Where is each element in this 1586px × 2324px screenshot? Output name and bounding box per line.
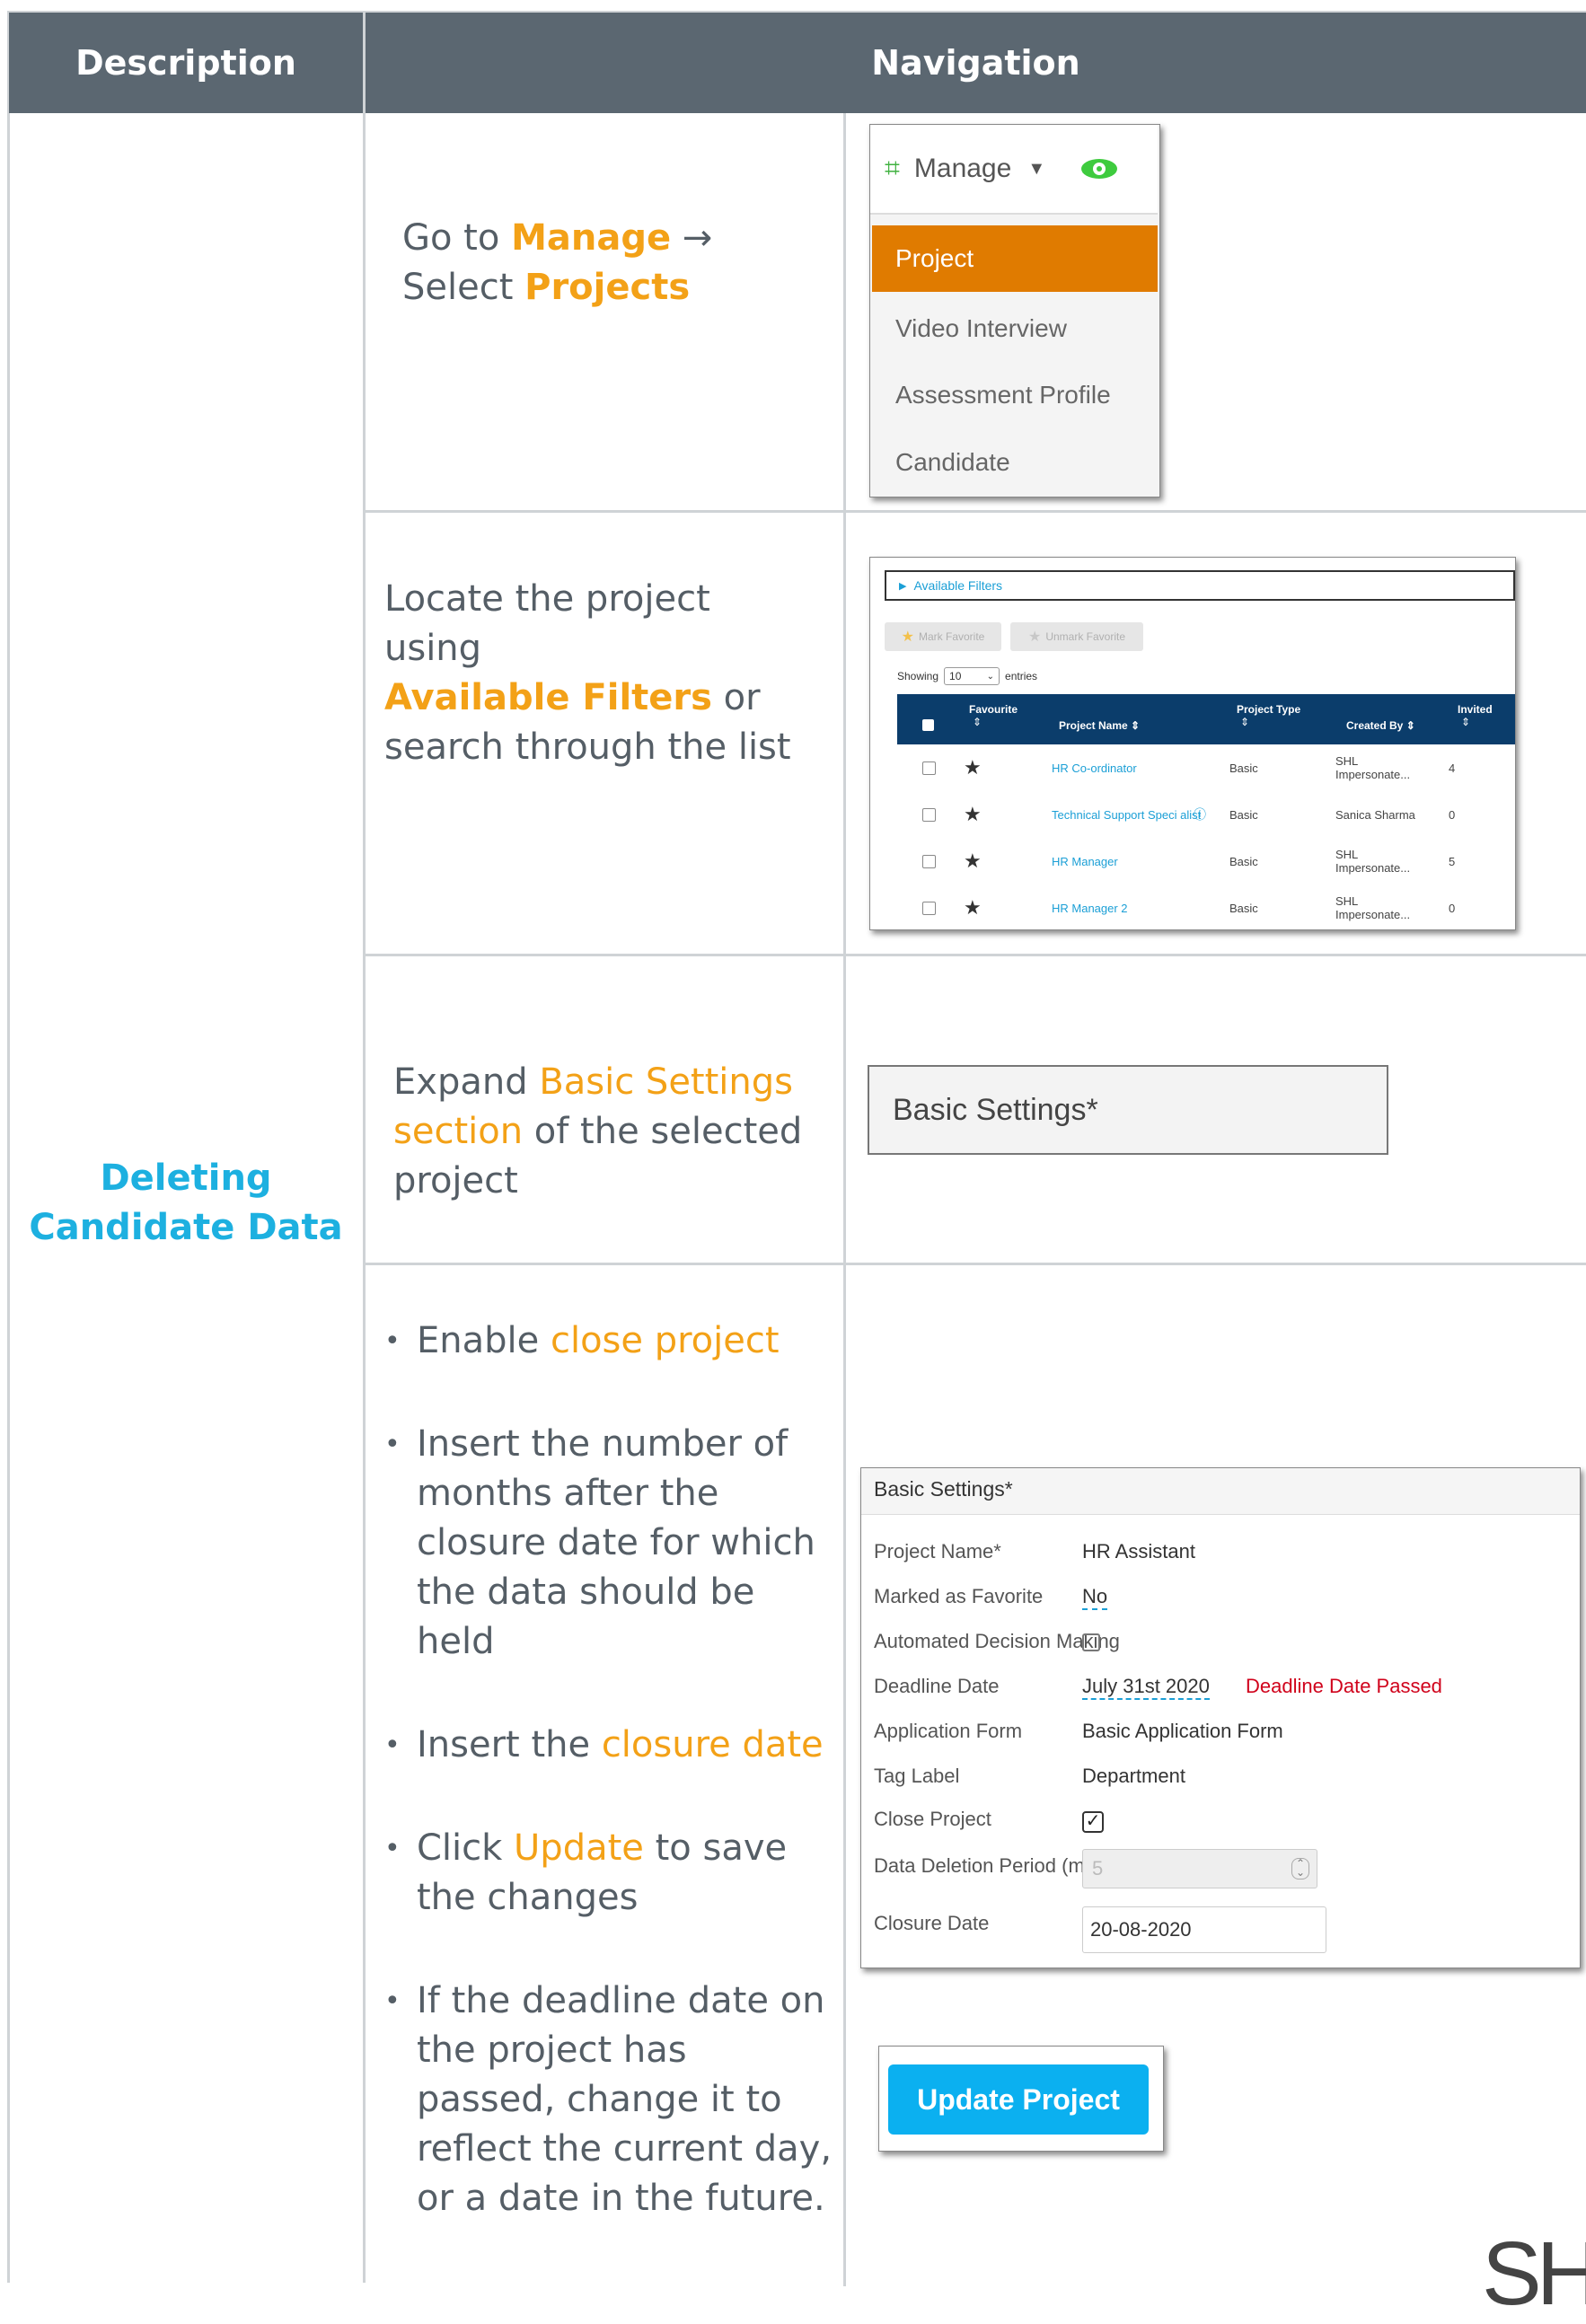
- table-row: ★ HR Manager Basic SHL Impersonate... 5: [897, 838, 1515, 885]
- project-name-link[interactable]: HR Manager 2: [1052, 902, 1128, 915]
- deadline-value[interactable]: July 31st 2020: [1082, 1675, 1210, 1700]
- deadline-warning: Deadline Date Passed: [1246, 1675, 1442, 1697]
- close-project-checkbox[interactable]: ✓: [1082, 1811, 1104, 1833]
- project-type: Basic: [1229, 854, 1258, 868]
- col-invited[interactable]: Invited ⇕: [1458, 703, 1493, 728]
- col-created-by[interactable]: Created By ⇕: [1346, 719, 1415, 732]
- menu-item-video-interview[interactable]: Video Interview: [872, 295, 1158, 362]
- mark-favorite-button[interactable]: ★ Mark Favorite: [885, 622, 1001, 651]
- step2-text: Locate the project using Available Filte…: [384, 578, 791, 768]
- divider: [363, 510, 1586, 513]
- invited-count: 0: [1449, 901, 1456, 915]
- row-close-project: Close Project ✓: [861, 1802, 1580, 1838]
- projects-list-screenshot: ▶ Available Filters ★ Mark Favorite ★ Unmar…: [869, 557, 1516, 930]
- manage-button[interactable]: ⌗ Manage ▼: [870, 125, 1158, 215]
- created-by: SHL Impersonate...: [1335, 848, 1411, 875]
- section-title: Deleting Candidate Data: [29, 1158, 343, 1248]
- project-type: Basic: [1229, 761, 1258, 775]
- step1-text: Go to Manage → Select Projects: [402, 217, 713, 308]
- basic-settings-form-screenshot: Basic Settings* Project Name* HR Assistan…: [860, 1467, 1581, 1968]
- menu-item-candidate[interactable]: Candidate: [872, 430, 1158, 495]
- table-header: Favourite ⇕ Project Name ⇕ Project Type ⇕ …: [897, 694, 1515, 744]
- created-by: SHL Impersonate...: [1335, 754, 1411, 781]
- project-name-link[interactable]: HR Co-ordinator: [1052, 761, 1137, 775]
- row-closure-date: Closure Date 20-08-2020: [861, 1906, 1580, 1957]
- eye-icon[interactable]: [1081, 159, 1118, 179]
- bullet-months: • Insert the number of months after the cl…: [384, 1423, 815, 1662]
- bullet-update: • Click Update to save the changes: [384, 1827, 788, 1918]
- unmark-favorite-button[interactable]: ★ Unmark Favorite: [1010, 622, 1143, 651]
- row-adm: Automated Decision Making: [874, 1630, 1120, 1652]
- bullet-enable-close: • Enable close project: [384, 1320, 780, 1361]
- info-icon[interactable]: ⓘ: [1194, 805, 1206, 823]
- menu-item-project[interactable]: Project: [872, 225, 1158, 292]
- row-deletion-period: Data Deletion Period (months) 5 ⌃ ⌄: [861, 1849, 1580, 1894]
- row-deadline: Deadline Date July 31st 2020 Deadline Date…: [861, 1669, 1580, 1705]
- logo: SH: [1482, 2223, 1586, 2324]
- created-by: SHL Impersonate...: [1335, 894, 1411, 921]
- projects-table-body: ★ HR Co-ordinator Basic SHL Impersonate... 4…: [897, 744, 1515, 929]
- closure-date-input[interactable]: 20-08-2020: [1082, 1906, 1326, 1953]
- invited-count: 0: [1449, 807, 1456, 822]
- entries-control: Showing 10 ⌄ entries: [897, 667, 1037, 685]
- row-project-name: Project Name* HR Assistant: [874, 1540, 1195, 1563]
- row-application-form: Application Form Basic Application Form: [874, 1720, 1283, 1742]
- star-icon[interactable]: ★: [964, 849, 982, 873]
- table-row: ★ HR Manager 2 Basic SHL Impersonate... 0: [897, 885, 1515, 929]
- step3-text: Expand Basic Settings section of the sel…: [393, 1061, 803, 1202]
- step4-text: • Enable close project • Insert the numbe…: [384, 1316, 833, 2223]
- project-name-link[interactable]: Technical Support Speci alist: [1052, 808, 1201, 822]
- invited-count: 4: [1449, 761, 1456, 775]
- divider: [843, 113, 846, 2286]
- adm-checkbox[interactable]: [1082, 1633, 1100, 1651]
- star-icon: ★: [901, 629, 914, 645]
- divider: [363, 1263, 1586, 1265]
- row-checkbox[interactable]: [922, 807, 936, 822]
- divider: [363, 954, 1586, 956]
- row-checkbox[interactable]: [922, 761, 936, 775]
- bullet-closure-date: • Insert the closure date: [384, 1724, 824, 1765]
- project-type: Basic: [1229, 901, 1258, 915]
- favorite-value[interactable]: No: [1082, 1585, 1108, 1610]
- invited-count: 5: [1449, 854, 1456, 868]
- bullet-deadline: • If the deadline date on the project has…: [384, 1980, 833, 2219]
- project-name-link[interactable]: HR Manager: [1052, 855, 1118, 868]
- update-button-screenshot: Update Project: [878, 2046, 1164, 2152]
- manage-menu-screenshot: ⌗ Manage ▼ Project Video Interview Asses…: [869, 124, 1160, 497]
- row-checkbox[interactable]: [922, 901, 936, 915]
- header-navigation: Navigation: [366, 13, 1586, 113]
- basic-settings-section-toggle[interactable]: Basic Settings*: [868, 1065, 1388, 1155]
- caret-right-icon: ▶: [899, 580, 907, 592]
- col-favourite[interactable]: Favourite ⇕: [969, 703, 1018, 728]
- select-all-checkbox[interactable]: [922, 719, 934, 731]
- chevron-down-icon: ⌄: [986, 671, 995, 682]
- row-favorite: Marked as Favorite No: [861, 1580, 1580, 1615]
- entries-select[interactable]: 10 ⌄: [944, 667, 1000, 685]
- chevron-down-icon: ▼: [1027, 158, 1046, 179]
- project-type: Basic: [1229, 807, 1258, 822]
- col-project-type[interactable]: Project Type ⇕: [1237, 703, 1300, 728]
- available-filters-toggle[interactable]: ▶ Available Filters: [885, 570, 1515, 601]
- header-description: Description: [9, 13, 363, 113]
- created-by: Sanica Sharma: [1335, 807, 1415, 822]
- star-icon[interactable]: ★: [964, 803, 982, 826]
- update-project-button[interactable]: Update Project: [888, 2064, 1149, 2135]
- stepper-icon[interactable]: ⌃ ⌄: [1291, 1858, 1309, 1879]
- menu-item-assessment-profile[interactable]: Assessment Profile: [872, 362, 1158, 428]
- grid-icon: ⌗: [885, 154, 900, 183]
- star-icon[interactable]: ★: [964, 896, 982, 920]
- deletion-period-input[interactable]: 5 ⌃ ⌄: [1082, 1849, 1317, 1888]
- star-icon[interactable]: ★: [964, 756, 982, 779]
- row-checkbox[interactable]: [922, 854, 936, 868]
- col-project-name[interactable]: Project Name ⇕: [1059, 719, 1140, 732]
- table-row: ★ HR Co-ordinator Basic SHL Impersonate... 4: [897, 744, 1515, 792]
- divider: [363, 11, 366, 2283]
- form-title: Basic Settings*: [861, 1468, 1580, 1515]
- row-tag-label: Tag Label Department: [874, 1765, 1185, 1787]
- star-outline-icon: ★: [1027, 629, 1042, 645]
- table-row: ★ Technical Support Speci alist Basic Sanic…: [897, 791, 1515, 839]
